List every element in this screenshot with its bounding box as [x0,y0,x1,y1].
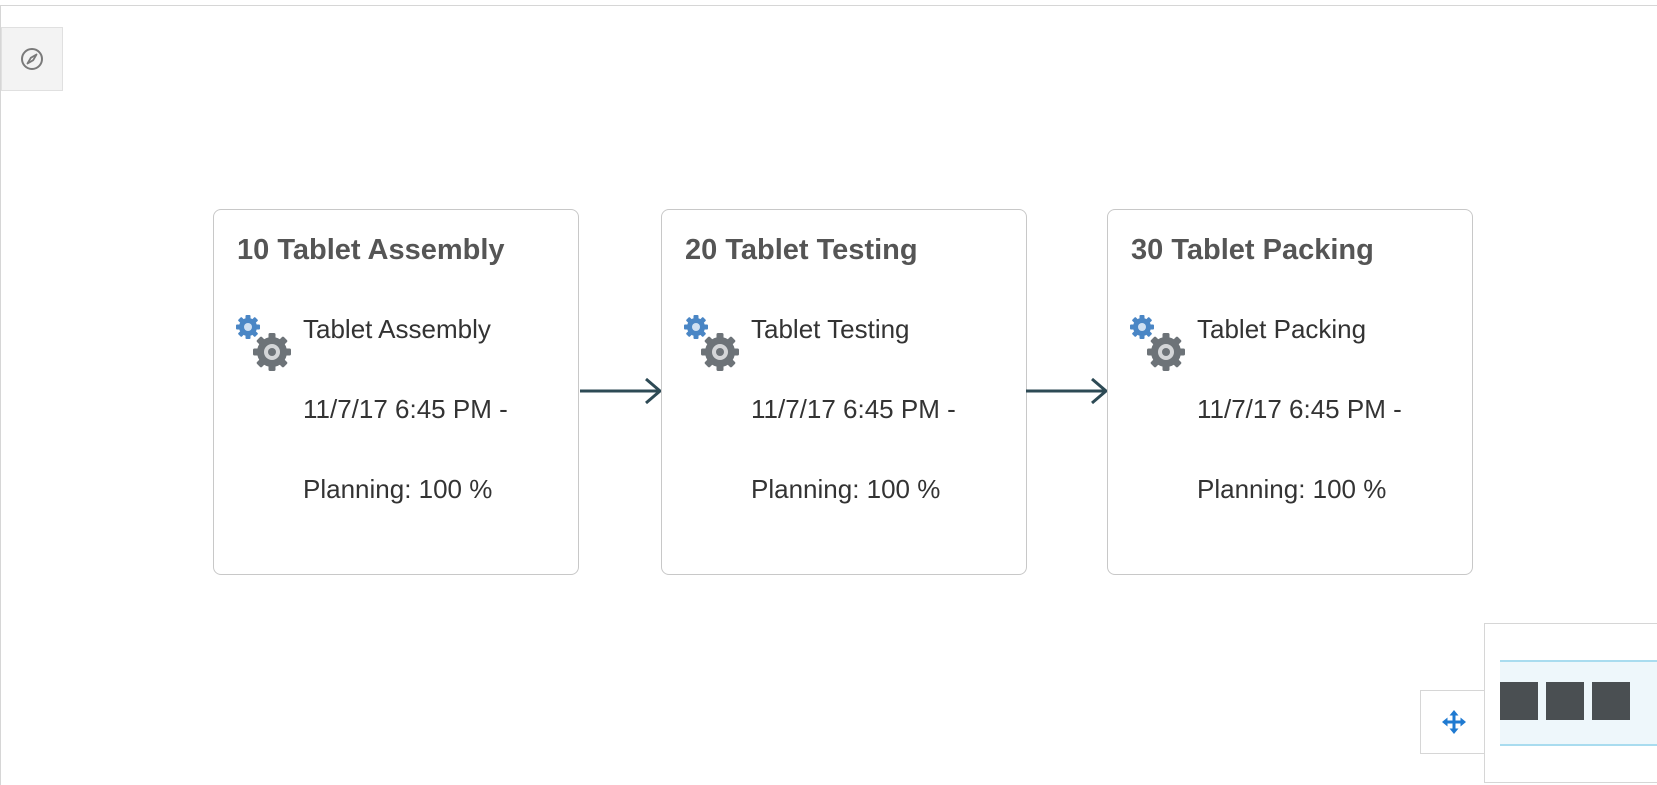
operation-date: 11/7/17 6:45 PM - [751,394,956,424]
overview-minimap[interactable] [1484,623,1657,783]
planning-status: Planning: 100 % [1197,474,1387,504]
gears-icon [684,315,739,371]
node-title: 30 Tablet Packing [1131,234,1374,266]
planning-status: Planning: 100 % [303,474,493,504]
minimap-viewport[interactable] [1500,660,1657,746]
operation-date: 11/7/17 6:45 PM - [303,394,508,424]
planning-status: Planning: 100 % [751,474,941,504]
operation-name: Tablet Assembly [303,314,491,344]
operation-name: Tablet Packing [1197,314,1367,344]
gears-icon [236,315,291,371]
minimap-node [1546,682,1584,720]
node-title: 10 Tablet Assembly [237,234,505,266]
minimap-node [1500,682,1538,720]
gears-icon [1130,315,1185,371]
operation-date: 11/7/17 6:45 PM - [1197,394,1402,424]
minimap-node [1592,682,1630,720]
arrow-connector [1026,377,1109,405]
operation-node-10[interactable]: 10 Tablet Assembly Tablet Assembly 11/7/… [213,209,579,575]
operation-node-30[interactable]: 30 Tablet Packing Tablet Packing 11/7/17… [1107,209,1473,575]
compass-icon [21,48,43,70]
compass-button[interactable] [1,27,63,91]
operation-name: Tablet Testing [751,314,910,344]
node-title: 20 Tablet Testing [685,234,918,266]
operation-node-20[interactable]: 20 Tablet Testing Tablet Testing 11/7/17… [661,209,1027,575]
move-arrows-icon [1441,710,1466,734]
pan-button[interactable] [1420,690,1486,754]
arrow-connector [580,377,663,405]
